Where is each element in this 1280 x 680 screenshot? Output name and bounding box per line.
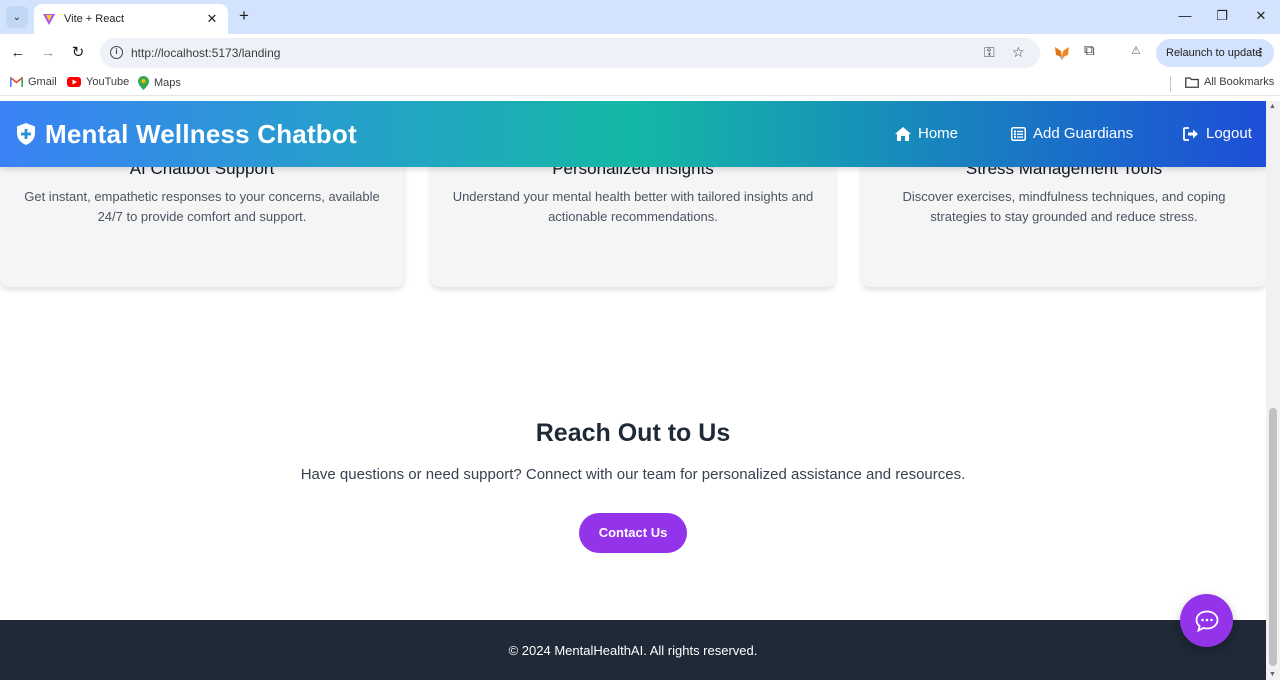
extensions-puzzle-icon[interactable]: ⧉ bbox=[1084, 42, 1095, 59]
home-icon bbox=[895, 126, 911, 141]
shield-plus-icon bbox=[17, 123, 35, 145]
app-brand[interactable]: Mental Wellness Chatbot bbox=[45, 119, 357, 150]
gmail-icon bbox=[10, 77, 23, 87]
scroll-up-arrow-icon[interactable]: ▲ bbox=[1269, 103, 1276, 110]
bookmark-gmail[interactable]: Gmail bbox=[10, 76, 57, 88]
back-icon[interactable]: ← bbox=[8, 43, 28, 63]
nav-logout-label: Logout bbox=[1206, 125, 1252, 142]
youtube-icon bbox=[67, 77, 81, 87]
bookmarks-separator bbox=[1170, 76, 1171, 92]
feature-description: Discover exercises, mindfulness techniqu… bbox=[902, 189, 1226, 224]
tab-search-dropdown-icon[interactable]: ⌄ bbox=[6, 6, 28, 28]
password-key-icon[interactable]: ⚿ bbox=[984, 44, 995, 61]
folder-icon bbox=[1185, 76, 1199, 88]
scroll-down-arrow-icon[interactable]: ▼ bbox=[1269, 671, 1276, 678]
app-navbar: Mental Wellness Chatbot Home Add Guardia… bbox=[0, 101, 1266, 167]
profile-warning-icon[interactable]: ⚠ bbox=[1131, 44, 1141, 57]
tab-title: Vite + React bbox=[64, 13, 125, 25]
window-close-icon[interactable]: ✕ bbox=[1251, 8, 1271, 24]
relaunch-label: Relaunch to update bbox=[1166, 47, 1262, 59]
tab-close-icon[interactable]: ✕ bbox=[204, 11, 220, 27]
address-bar[interactable]: i http://localhost:5173/landing ⚿ ☆ bbox=[100, 38, 1040, 68]
nav-home-label: Home bbox=[918, 125, 959, 142]
browser-tab[interactable]: Vite + React ✕ bbox=[34, 4, 228, 34]
bookmarks-bar: Gmail YouTube Maps All Bookmarks bbox=[0, 72, 1280, 96]
contact-us-button[interactable]: Contact Us bbox=[579, 513, 687, 553]
forward-icon[interactable]: → bbox=[38, 43, 58, 63]
page-footer: © 2024 MentalHealthAI. All rights reserv… bbox=[0, 620, 1266, 680]
nav-home[interactable]: Home bbox=[895, 125, 958, 142]
restore-icon[interactable]: ❐ bbox=[1212, 8, 1232, 24]
scrollbar-thumb[interactable] bbox=[1269, 408, 1277, 666]
kebab-menu-icon[interactable]: ⋮ bbox=[1255, 39, 1266, 67]
nav-add-guardians[interactable]: Add Guardians bbox=[1011, 125, 1133, 142]
bookmark-label: Maps bbox=[154, 77, 181, 89]
browser-toolbar: ← → ↻ i http://localhost:5173/landing ⚿ … bbox=[0, 34, 1280, 72]
feature-description: Get instant, empathetic responses to you… bbox=[24, 189, 380, 224]
all-bookmarks-label: All Bookmarks bbox=[1204, 76, 1275, 88]
bookmark-youtube[interactable]: YouTube bbox=[67, 76, 129, 88]
chat-bubble-icon bbox=[1195, 610, 1218, 632]
site-info-icon[interactable]: i bbox=[110, 46, 123, 59]
contact-section-subtitle: Have questions or need support? Connect … bbox=[300, 466, 966, 483]
nav-logout[interactable]: Logout bbox=[1183, 125, 1252, 142]
relaunch-to-update-button[interactable]: Relaunch to update ⋮ bbox=[1156, 39, 1274, 67]
page-viewport: AI Chatbot Support Get instant, empathet… bbox=[0, 101, 1266, 680]
footer-copyright: © 2024 MentalHealthAI. All rights reserv… bbox=[508, 643, 758, 658]
reload-icon[interactable]: ↻ bbox=[68, 43, 88, 63]
all-bookmarks[interactable]: All Bookmarks bbox=[1185, 76, 1274, 88]
metamask-extension-icon[interactable] bbox=[1054, 45, 1070, 61]
vite-logo-icon bbox=[43, 14, 55, 25]
bookmark-maps[interactable]: Maps bbox=[138, 76, 181, 90]
contact-section-title: Reach Out to Us bbox=[535, 419, 731, 447]
feature-description: Understand your mental health better wit… bbox=[452, 189, 814, 224]
bookmark-label: Gmail bbox=[28, 76, 57, 88]
browser-tab-bar: ⌄ Vite + React ✕ + — ❐ ✕ bbox=[0, 0, 1280, 34]
bookmark-star-icon[interactable]: ☆ bbox=[1012, 44, 1025, 61]
nav-add-guardians-label: Add Guardians bbox=[1033, 125, 1134, 142]
maps-icon bbox=[138, 76, 149, 90]
bookmark-label: YouTube bbox=[86, 76, 130, 88]
list-icon bbox=[1011, 126, 1026, 141]
logout-icon bbox=[1183, 126, 1198, 141]
new-tab-icon[interactable]: + bbox=[234, 6, 254, 26]
minimize-icon[interactable]: — bbox=[1175, 8, 1195, 23]
page-scrollbar[interactable]: ▲ ▼ bbox=[1266, 101, 1280, 680]
chat-launcher-button[interactable] bbox=[1180, 594, 1233, 647]
address-url[interactable]: http://localhost:5173/landing bbox=[131, 46, 280, 60]
